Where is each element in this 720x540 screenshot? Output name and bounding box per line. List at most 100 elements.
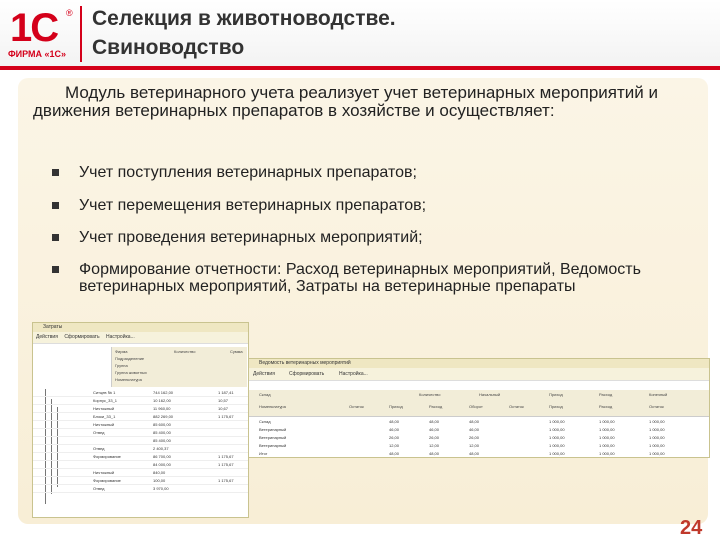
row-quantity: 840,00 — [153, 470, 166, 475]
row-sum: 1 187,41 — [218, 390, 234, 395]
table-cell: 1 000,00 — [599, 443, 615, 448]
table-cell: 1 000,00 — [549, 435, 565, 440]
table-cell: 48,00 — [389, 419, 400, 424]
actions-menu[interactable]: Действия — [253, 371, 275, 377]
table-row: Ничтожный 85 600,00 — [33, 421, 248, 429]
table-cell: 48,00 — [429, 419, 440, 424]
title-line-2: Свиноводство — [92, 36, 245, 59]
logo-mark: 1С — [10, 6, 59, 50]
list-item: Учет поступления ветеринарных препаратов… — [52, 164, 652, 181]
title-separator — [80, 6, 82, 62]
report-rows: Ситцев № 1 744 162,00 1 187,41 Корпус_33_1 1… — [33, 389, 248, 493]
table-cell: 1 000,00 — [649, 451, 665, 456]
table-row: Склад 48,00 48,00 48,00 1 000,00 1 000,00 1 00… — [249, 419, 709, 426]
table-cell: 12,00 — [389, 443, 400, 448]
table-row: Ситцев № 1 744 162,00 1 187,41 — [33, 389, 248, 397]
table-cell: 1 000,00 — [549, 427, 565, 432]
generate-button[interactable]: Сформировать — [64, 334, 99, 340]
table-row: Формирование 86 700,00 1 175,67 — [33, 453, 248, 461]
table-row: Формирование 100,00 1 175,67 — [33, 477, 248, 485]
row-sum: 10,67 — [218, 406, 229, 411]
table-cell: 1 000,00 — [649, 419, 665, 424]
row-name: Блоки_33_1 — [93, 414, 116, 419]
table-cell: Ветеринарный — [259, 427, 287, 432]
table-row: Корпус_33_1 10 162,00 10,57 — [33, 397, 248, 405]
row-quantity: 2 400,37 — [153, 446, 169, 451]
row-name: Отвед — [93, 486, 105, 491]
table-cell: 46,00 — [469, 427, 480, 432]
slide-header: 1С ® ФИРМА «1С» Селекция в животноводств… — [0, 0, 720, 66]
page-number: 24 — [680, 517, 703, 539]
table-cell: 1 000,00 — [649, 427, 665, 432]
table-row: Итог 48,00 48,00 48,00 1 000,00 1 000,00 1 000… — [249, 451, 709, 457]
row-sum: 10,57 — [218, 398, 229, 403]
costs-report-screenshot: Затраты Действия Сформировать Настройка.… — [32, 322, 249, 518]
table-cell: 12,00 — [429, 443, 440, 448]
table-cell: 26,00 — [389, 435, 400, 440]
table-row: Отвед 2 400,37 — [33, 445, 248, 453]
table-row: Ничтожный 840,00 — [33, 469, 248, 477]
table-cell: 1 000,00 — [599, 435, 615, 440]
table-row: Ничтожный 11 960,00 10,67 — [33, 405, 248, 413]
vet-statement-screenshot: Ведомость ветеринарных мероприятий Дейст… — [248, 358, 710, 458]
table-row: Отвед 3 970,00 — [33, 485, 248, 493]
row-name: Корпус_33_1 — [93, 398, 118, 403]
row-quantity: 3 970,00 — [153, 486, 169, 491]
row-quantity: 85 600,00 — [153, 422, 171, 427]
list-item: Формирование отчетности: Расход ветерина… — [52, 261, 652, 295]
table-cell: Склад — [259, 419, 271, 424]
row-sum: 1 175,67 — [218, 414, 234, 419]
table-cell: 26,00 — [429, 435, 440, 440]
actions-menu[interactable]: Действия — [36, 334, 58, 340]
bullet-square-icon — [52, 202, 59, 209]
settings-button[interactable]: Настройка... — [339, 371, 368, 377]
title-line-1: Селекция в животноводстве. — [92, 7, 396, 30]
table-row: Ветеринарный 46,00 46,00 46,00 1 000,00 1 000… — [249, 427, 709, 434]
table-cell: 1 000,00 — [599, 419, 615, 424]
table-cell: 48,00 — [389, 451, 400, 456]
statement-toolbar: Действия Сформировать Настройка... — [249, 368, 709, 381]
table-row: Ветеринарный 12,00 12,00 12,00 1 000,00 1 000… — [249, 443, 709, 450]
row-quantity: 85 400,00 — [153, 438, 171, 443]
row-sum: 1 175,67 — [218, 462, 234, 467]
table-cell: 12,00 — [469, 443, 480, 448]
logo-registered-mark: ® — [66, 8, 73, 18]
row-sum: 1 175,67 — [218, 478, 234, 483]
bullet-square-icon — [52, 266, 59, 273]
row-name: Ничтожный — [93, 470, 115, 475]
table-row: Блоки_33_1 882 269,00 1 175,67 — [33, 413, 248, 421]
slide-title: Селекция в животноводстве. Свиноводство — [92, 4, 692, 62]
row-sum: 1 175,67 — [218, 454, 234, 459]
row-quantity: 85 400,00 — [153, 430, 171, 435]
table-cell: 1 000,00 — [649, 443, 665, 448]
table-cell: 26,00 — [469, 435, 480, 440]
report-toolbar: Действия Сформировать Настройка... — [33, 332, 248, 344]
table-cell: 46,00 — [429, 427, 440, 432]
row-quantity: 10 162,00 — [153, 398, 171, 403]
intro-paragraph: Модуль ветеринарного учета реализует уче… — [33, 83, 658, 120]
bullet-square-icon — [52, 169, 59, 176]
row-quantity: 744 162,00 — [153, 390, 174, 395]
table-cell: 1 000,00 — [549, 451, 565, 456]
table-cell: 48,00 — [429, 451, 440, 456]
header-divider — [0, 66, 720, 70]
settings-button[interactable]: Настройка... — [106, 334, 135, 340]
list-item: Учет проведения ветеринарных мероприятий… — [52, 229, 652, 246]
table-cell: 48,00 — [469, 419, 480, 424]
report-header: Фирма Подразделение Группа Группа животн… — [111, 347, 247, 387]
report-window-title: Затраты — [33, 323, 248, 332]
generate-button[interactable]: Сформировать — [289, 371, 324, 377]
bullet-square-icon — [52, 234, 59, 241]
row-name: Отвед — [93, 446, 105, 451]
table-cell: 1 000,00 — [549, 443, 565, 448]
row-name: Ничтожный — [93, 422, 115, 427]
row-name: Ситцев № 1 — [93, 390, 116, 395]
1c-logo: 1С ® ФИРМА «1С» — [8, 6, 80, 62]
row-quantity: 84 000,00 — [153, 462, 171, 467]
logo-firm-name: ФИРМА «1С» — [8, 49, 67, 59]
table-cell: Ветеринарный — [259, 435, 287, 440]
row-quantity: 100,00 — [153, 478, 166, 483]
table-cell: 1 000,00 — [599, 427, 615, 432]
row-quantity: 11 960,00 — [153, 406, 171, 411]
table-row: Отвед 85 400,00 — [33, 429, 248, 437]
